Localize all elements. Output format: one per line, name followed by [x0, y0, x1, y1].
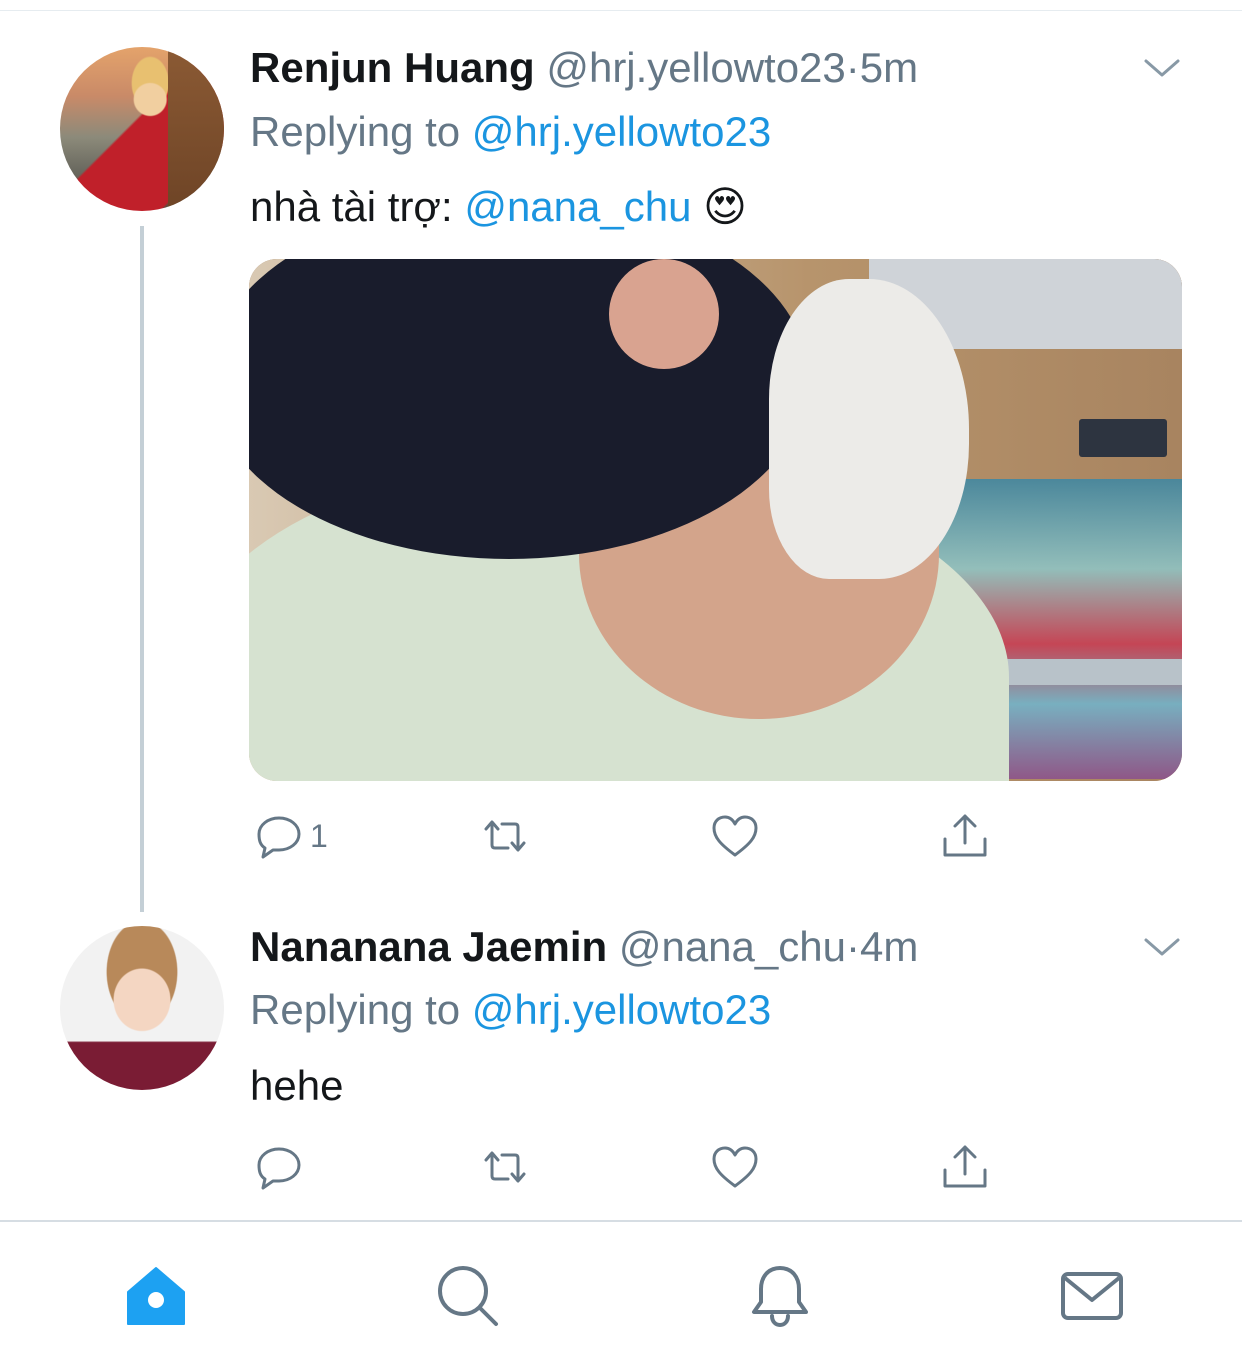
reply-count: 1	[310, 817, 328, 854]
mention-link[interactable]: @nana_chu	[464, 183, 691, 230]
timestamp[interactable]: 5m	[860, 44, 918, 91]
like-button[interactable]	[710, 1137, 760, 1197]
replying-prefix: Replying to	[250, 986, 461, 1033]
reply-button[interactable]	[254, 1137, 310, 1197]
share-button[interactable]	[940, 806, 990, 866]
tweet-text: hehe	[250, 1062, 344, 1109]
bell-icon	[752, 1266, 808, 1328]
avatar[interactable]	[60, 47, 224, 211]
tweet-jaemin[interactable]: Nananana Jaemin @nana_chu·4m Replying to…	[0, 900, 1242, 1220]
tab-search[interactable]	[432, 1260, 504, 1332]
tweet-photo[interactable]	[249, 259, 1182, 781]
retweet-button[interactable]	[480, 806, 530, 866]
avatar[interactable]	[60, 926, 224, 1090]
mail-icon	[1061, 1272, 1123, 1320]
replying-to-link[interactable]: @hrj.yellowto23	[472, 108, 771, 155]
search-icon	[438, 1266, 498, 1326]
replying-to: Replying to @hrj.yellowto23	[250, 986, 771, 1034]
replying-to: Replying to @hrj.yellowto23	[250, 108, 771, 156]
tweet-header: Renjun Huang @hrj.yellowto23·5m	[250, 44, 918, 92]
display-name[interactable]: Renjun Huang	[250, 44, 535, 91]
bottom-tab-bar	[0, 1222, 1242, 1369]
chevron-down-icon[interactable]	[1142, 927, 1182, 967]
replying-to-link[interactable]: @hrj.yellowto23	[472, 986, 771, 1033]
tab-home[interactable]	[120, 1260, 192, 1332]
tweet-text: nhà tài trợ: @nana_chu 😍	[250, 182, 747, 232]
tweet-header: Nananana Jaemin @nana_chu·4m	[250, 923, 918, 971]
tweet-text-prefix: nhà tài trợ:	[250, 183, 453, 230]
retweet-icon	[484, 820, 526, 852]
share-button[interactable]	[940, 1137, 990, 1197]
separator-dot: ·	[845, 44, 860, 91]
tweet-actions: 1	[0, 806, 1242, 866]
heart-icon	[712, 1146, 758, 1188]
timestamp[interactable]: 4m	[860, 923, 918, 970]
home-icon	[127, 1267, 185, 1325]
thread-connector-line	[140, 226, 144, 912]
like-button[interactable]	[710, 806, 760, 866]
share-icon	[943, 814, 987, 857]
tweet-actions	[0, 1137, 1242, 1197]
chevron-down-icon[interactable]	[1142, 48, 1182, 88]
tab-messages[interactable]	[1056, 1260, 1128, 1332]
reply-icon	[257, 816, 301, 859]
reply-icon	[257, 1147, 301, 1190]
share-icon	[943, 1145, 987, 1188]
reply-button[interactable]: 1	[254, 806, 328, 866]
retweet-button[interactable]	[480, 1137, 530, 1197]
replying-prefix: Replying to	[250, 108, 461, 155]
separator-dot: ·	[845, 923, 860, 970]
heart-icon	[712, 815, 758, 857]
emoji-heart-eyes: 😍	[703, 183, 747, 230]
handle[interactable]: @hrj.yellowto23	[546, 44, 845, 91]
tab-notifications[interactable]	[744, 1260, 816, 1332]
retweet-icon	[484, 1151, 526, 1183]
display-name[interactable]: Nananana Jaemin	[250, 923, 607, 970]
handle[interactable]: @nana_chu	[619, 923, 846, 970]
tweet-renjun[interactable]: Renjun Huang @hrj.yellowto23·5m Replying…	[0, 0, 1242, 900]
